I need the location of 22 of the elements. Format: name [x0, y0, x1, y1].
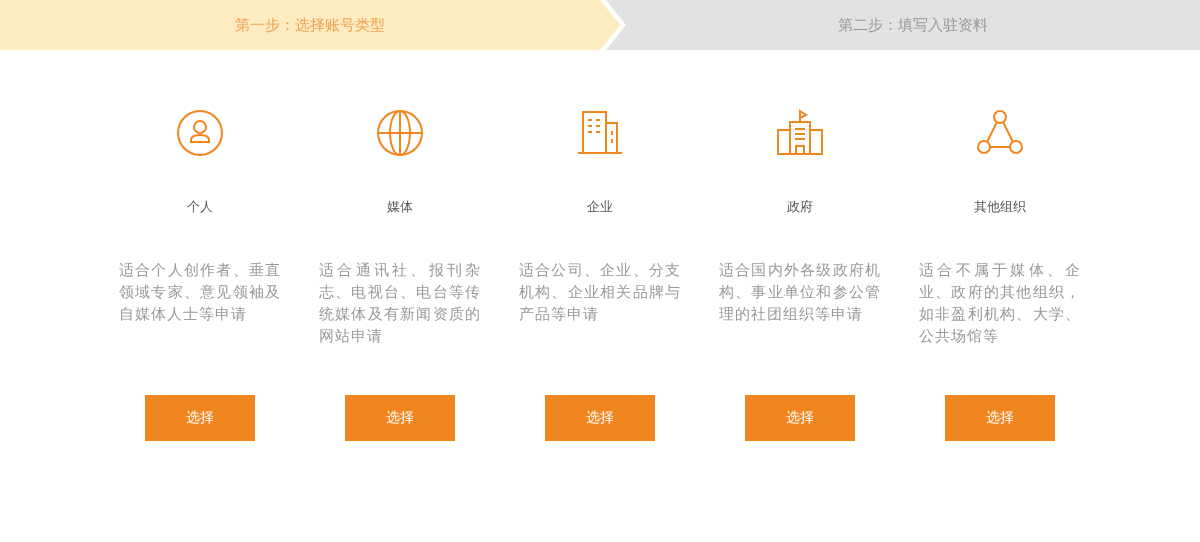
- account-type-title: 媒体: [387, 198, 413, 216]
- globe-icon: [376, 109, 424, 157]
- account-type-description: 适合公司、企业、分支机构、企业相关品牌与产品等申请: [519, 260, 681, 325]
- account-type-description: 适合通讯社、报刊杂志、电视台、电台等传统媒体及有新闻资质的网站申请: [319, 260, 481, 347]
- account-type-title: 个人: [187, 198, 213, 216]
- account-type-title: 政府: [787, 198, 813, 216]
- account-type-description: 适合国内外各级政府机构、事业单位和参公管理的社团组织等申请: [719, 260, 881, 325]
- account-type-title: 企业: [587, 198, 613, 216]
- select-button[interactable]: 选择: [745, 395, 855, 441]
- account-type-description: 适合个人创作者、垂直领域专家、意见领袖及自媒体人士等申请: [119, 260, 281, 325]
- select-button[interactable]: 选择: [345, 395, 455, 441]
- select-button[interactable]: 选择: [145, 395, 255, 441]
- user-icon: [176, 109, 224, 157]
- network-icon: [976, 109, 1024, 157]
- step-tab[interactable]: 第二步：填写入驻资料: [606, 0, 1200, 50]
- select-button[interactable]: 选择: [945, 395, 1055, 441]
- step-tab[interactable]: 第一步：选择账号类型: [0, 0, 620, 50]
- government-building-icon: [776, 109, 824, 157]
- building-icon: [576, 109, 624, 157]
- account-type-description: 适合不属于媒体、企业、政府的其他组织，如非盈利机构、大学、公共场馆等: [919, 260, 1081, 347]
- account-type-title: 其他组织: [974, 198, 1026, 216]
- select-button[interactable]: 选择: [545, 395, 655, 441]
